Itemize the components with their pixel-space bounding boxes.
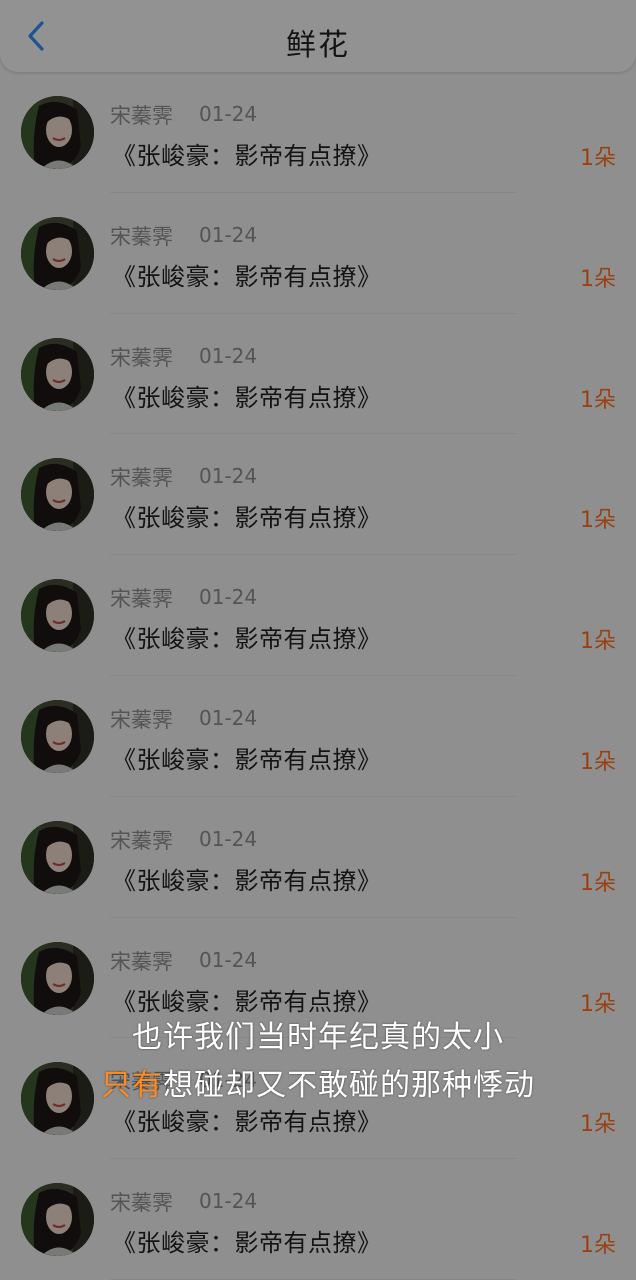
avatar[interactable] (21, 699, 94, 773)
subtitle-rest: 想碰却又不敢碰的那种悸动 (163, 1068, 535, 1103)
avatar[interactable] (21, 579, 94, 653)
gift-date: 01-24 (199, 705, 258, 730)
book-title: 《张峻豪：影帝有点撩》 (112, 142, 382, 170)
flowers-page: 鲜花 宋蓁霁 01-24 《张峻豪：影帝有点撩》 1朵 宋蓁霁 01-24 《张… (0, 0, 636, 1280)
flower-count: 1朵 (580, 266, 616, 292)
gift-date: 01-24 (199, 464, 258, 489)
gift-date: 01-24 (199, 947, 258, 972)
sender-name: 宋蓁霁 (110, 224, 173, 249)
flower-count: 1朵 (580, 1233, 616, 1259)
sender-name: 宋蓁霁 (110, 949, 173, 974)
avatar[interactable] (21, 941, 94, 1015)
flower-count: 1朵 (580, 1112, 616, 1138)
book-title: 《张峻豪：影帝有点撩》 (112, 1108, 382, 1137)
book-title: 《张峻豪：影帝有点撩》 (112, 745, 382, 774)
top-bar: 鲜花 (0, 0, 636, 72)
gift-date: 01-24 (199, 1189, 258, 1214)
flower-count: 1朵 (580, 387, 616, 413)
avatar[interactable] (21, 216, 94, 290)
list-item[interactable]: 宋蓁霁 01-24 《张峻豪：影帝有点撩》 1朵 (0, 796, 636, 918)
subtitle-highlight: 只有 (101, 1068, 163, 1103)
flower-count: 1朵 (580, 508, 616, 534)
book-title: 《张峻豪：影帝有点撩》 (112, 383, 382, 412)
sender-name: 宋蓁霁 (110, 707, 173, 732)
flower-count: 1朵 (580, 749, 616, 775)
list-item[interactable]: 宋蓁霁 01-24 《张峻豪：影帝有点撩》 1朵 (0, 192, 636, 314)
flower-count: 1朵 (580, 870, 616, 896)
sender-name: 宋蓁霁 (110, 466, 173, 491)
subtitle-line-1: 也许我们当时年纪真的太小 (132, 1020, 504, 1055)
list-item[interactable]: 宋蓁霁 01-24 《张峻豪：影帝有点撩》 1朵 (0, 555, 636, 676)
avatar[interactable] (21, 820, 94, 894)
list-item[interactable]: 宋蓁霁 01-24 《张峻豪：影帝有点撩》 1朵 (0, 434, 636, 556)
list-item[interactable]: 宋蓁霁 01-24 《张峻豪：影帝有点撩》 1朵 (0, 1159, 636, 1280)
avatar[interactable] (21, 96, 94, 169)
gift-date: 01-24 (199, 222, 258, 247)
list-item[interactable]: 宋蓁霁 01-24 《张峻豪：影帝有点撩》 1朵 (0, 675, 636, 797)
avatar[interactable] (21, 458, 94, 532)
flower-count: 1朵 (580, 146, 616, 171)
list-item[interactable]: 宋蓁霁 01-24 《张峻豪：影帝有点撩》 1朵 (0, 72, 636, 193)
avatar[interactable] (21, 1183, 94, 1257)
page-title: 鲜花 (286, 28, 350, 63)
flower-count: 1朵 (580, 629, 616, 655)
list-item[interactable]: 宋蓁霁 01-24 《张峻豪：影帝有点撩》 1朵 (0, 313, 636, 435)
gift-date: 01-24 (199, 102, 258, 126)
sender-name: 宋蓁霁 (110, 828, 173, 853)
sender-name: 宋蓁霁 (110, 587, 173, 612)
gift-date: 01-24 (199, 343, 258, 368)
sender-name: 宋蓁霁 (110, 104, 173, 128)
book-title: 《张峻豪：影帝有点撩》 (112, 262, 382, 291)
book-title: 《张峻豪：影帝有点撩》 (112, 1229, 382, 1258)
book-title: 《张峻豪：影帝有点撩》 (112, 504, 382, 533)
sender-name: 宋蓁霁 (110, 1191, 173, 1216)
avatar[interactable] (21, 337, 94, 411)
gift-date: 01-24 (199, 826, 258, 851)
subtitle-line-2: 只有想碰却又不敢碰的那种悸动 (0, 1060, 636, 1104)
gift-date: 01-24 (199, 585, 258, 610)
book-title: 《张峻豪：影帝有点撩》 (112, 625, 382, 654)
sender-name: 宋蓁霁 (110, 345, 173, 370)
book-title: 《张峻豪：影帝有点撩》 (112, 866, 382, 895)
